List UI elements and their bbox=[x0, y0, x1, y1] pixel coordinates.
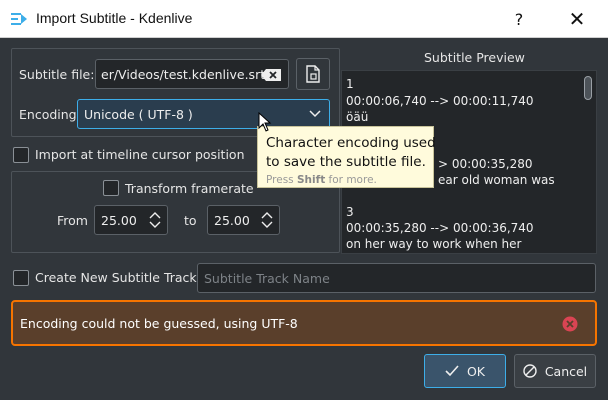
clear-text-icon[interactable] bbox=[260, 68, 282, 82]
preview-line: 1 bbox=[346, 77, 354, 91]
cancel-button[interactable]: Cancel bbox=[514, 354, 596, 388]
subtitle-file-value: er/Videos/test.kdenlive.srt bbox=[101, 67, 266, 82]
spin-arrows-icon[interactable] bbox=[261, 211, 273, 229]
ok-label: OK bbox=[466, 363, 486, 379]
chevron-down-icon bbox=[309, 110, 321, 118]
new-track-checkbox[interactable] bbox=[13, 270, 29, 286]
subtitle-file-input[interactable]: er/Videos/test.kdenlive.srt bbox=[95, 59, 289, 89]
title-bar: Import Subtitle - Kdenlive ? ✕ bbox=[0, 0, 608, 38]
preview-scrollbar[interactable] bbox=[582, 74, 594, 250]
mouse-pointer-icon bbox=[258, 112, 272, 132]
to-framerate-value: 25.00 bbox=[214, 213, 250, 228]
tooltip-line-2: to save the subtitle file. bbox=[266, 154, 426, 170]
cancel-icon bbox=[523, 364, 537, 378]
close-icon[interactable] bbox=[562, 316, 578, 332]
subtitle-preview-title: Subtitle Preview bbox=[424, 50, 525, 65]
preview-line: 3 bbox=[346, 205, 354, 219]
track-name-placeholder: Subtitle Track Name bbox=[204, 271, 330, 286]
window-title: Import Subtitle - Kdenlive bbox=[36, 10, 193, 26]
open-file-icon bbox=[306, 65, 320, 83]
preview-line: on her way to work when her bbox=[346, 237, 522, 251]
encoding-select[interactable]: Unicode ( UTF-8 ) bbox=[77, 99, 330, 129]
transform-framerate-label: Transform framerate bbox=[125, 181, 254, 196]
scrollbar-thumb[interactable] bbox=[584, 76, 592, 100]
kdenlive-app-icon bbox=[11, 13, 27, 25]
transform-framerate-checkbox[interactable] bbox=[103, 180, 119, 196]
spin-arrows-icon[interactable] bbox=[149, 211, 161, 229]
preview-line: 00:00:06,740 --> 00:00:11,740 bbox=[346, 94, 534, 108]
warning-text: Encoding could not be guessed, using UTF… bbox=[20, 316, 298, 331]
cancel-label: Cancel bbox=[544, 363, 588, 379]
preview-line: > 00:00:35,280 bbox=[438, 157, 533, 171]
encoding-label: Encoding bbox=[19, 107, 77, 122]
tooltip-hint: Press Shift for more. bbox=[266, 174, 377, 186]
window-close-button[interactable]: ✕ bbox=[554, 0, 600, 38]
tooltip-hint-key: Shift bbox=[296, 174, 326, 186]
timeline-cursor-label: Import at timeline cursor position bbox=[35, 147, 245, 162]
new-track-label: Create New Subtitle Track bbox=[35, 270, 197, 285]
preview-line: 00:00:35,280 --> 00:00:36,740 bbox=[346, 221, 534, 235]
to-label: to bbox=[184, 213, 197, 228]
tooltip-line-1: Character encoding used bbox=[266, 135, 436, 151]
tooltip-hint-suffix: for more. bbox=[325, 174, 377, 186]
encoding-tooltip: Character encoding used to save the subt… bbox=[257, 126, 436, 188]
from-framerate-spinbox[interactable]: 25.00 bbox=[94, 205, 168, 235]
to-framerate-spinbox[interactable]: 25.00 bbox=[207, 205, 280, 235]
ok-button[interactable]: OK bbox=[424, 354, 506, 388]
subtitle-file-label: Subtitle file: bbox=[19, 67, 95, 82]
track-name-input[interactable]: Subtitle Track Name bbox=[197, 263, 596, 293]
help-button[interactable]: ? bbox=[496, 0, 542, 38]
browse-file-button[interactable] bbox=[296, 58, 330, 90]
encoding-value: Unicode ( UTF-8 ) bbox=[84, 107, 193, 122]
preview-line: öäü bbox=[346, 110, 369, 124]
from-label: From bbox=[57, 213, 88, 228]
tooltip-hint-prefix: Press bbox=[266, 174, 297, 186]
from-framerate-value: 25.00 bbox=[101, 213, 137, 228]
timeline-cursor-checkbox[interactable] bbox=[13, 147, 29, 163]
checkmark-icon bbox=[445, 365, 459, 377]
preview-line: ear old woman was bbox=[438, 173, 555, 187]
warning-message: Encoding could not be guessed, using UTF… bbox=[11, 300, 597, 346]
